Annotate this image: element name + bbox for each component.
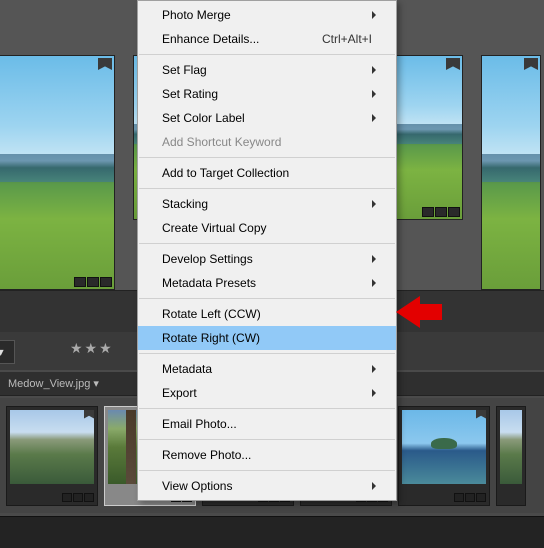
sort-dropdown[interactable]: ne ▾ xyxy=(0,340,15,364)
grid-thumbnail[interactable] xyxy=(481,55,541,290)
callout-arrow-icon xyxy=(396,293,442,331)
filmstrip-thumbnail[interactable] xyxy=(496,406,526,506)
chevron-right-icon xyxy=(372,255,376,263)
menu-set-flag[interactable]: Set Flag xyxy=(138,58,396,82)
tag-icon[interactable] xyxy=(62,493,72,502)
menu-label: Set Rating xyxy=(162,87,218,101)
rating-stars[interactable]: ★★★ xyxy=(70,340,114,357)
tag-icon[interactable] xyxy=(422,207,434,217)
menu-rotate-left[interactable]: Rotate Left (CCW) xyxy=(138,302,396,326)
menu-label: Remove Photo... xyxy=(162,448,251,462)
thumbnail-image xyxy=(0,56,114,289)
thumbnail-badges xyxy=(422,207,460,217)
menu-separator xyxy=(139,439,395,440)
menu-label: Stacking xyxy=(162,197,208,211)
menu-enhance-details[interactable]: Enhance Details... Ctrl+Alt+I xyxy=(138,27,396,51)
menu-label: Photo Merge xyxy=(162,8,231,22)
menu-separator xyxy=(139,157,395,158)
crop-icon[interactable] xyxy=(465,493,475,502)
menu-label: Create Virtual Copy xyxy=(162,221,267,235)
menu-label: Develop Settings xyxy=(162,252,253,266)
crop-icon[interactable] xyxy=(73,493,83,502)
bottom-bar xyxy=(0,516,544,548)
chevron-right-icon xyxy=(372,66,376,74)
tag-icon[interactable] xyxy=(454,493,464,502)
develop-icon[interactable] xyxy=(476,493,486,502)
menu-create-virtual-copy[interactable]: Create Virtual Copy xyxy=(138,216,396,240)
chevron-right-icon xyxy=(372,365,376,373)
menu-develop-settings[interactable]: Develop Settings xyxy=(138,247,396,271)
menu-set-rating[interactable]: Set Rating xyxy=(138,82,396,106)
tag-icon[interactable] xyxy=(74,277,86,287)
filmstrip-thumbnail[interactable] xyxy=(398,406,490,506)
menu-label: Add to Target Collection xyxy=(162,166,289,180)
menu-add-shortcut-keyword: Add Shortcut Keyword xyxy=(138,130,396,154)
menu-label: Enhance Details... xyxy=(162,32,259,46)
chevron-right-icon xyxy=(372,90,376,98)
menu-separator xyxy=(139,298,395,299)
menu-label: Set Flag xyxy=(162,63,207,77)
chevron-right-icon xyxy=(372,200,376,208)
develop-icon[interactable] xyxy=(84,493,94,502)
menu-label: View Options xyxy=(162,479,232,493)
menu-label: Export xyxy=(162,386,197,400)
menu-remove-photo[interactable]: Remove Photo... xyxy=(138,443,396,467)
menu-metadata[interactable]: Metadata xyxy=(138,357,396,381)
menu-separator xyxy=(139,353,395,354)
menu-set-color-label[interactable]: Set Color Label xyxy=(138,106,396,130)
menu-separator xyxy=(139,54,395,55)
menu-separator xyxy=(139,470,395,471)
thumbnail-image xyxy=(402,410,486,484)
filmstrip-thumbnail[interactable] xyxy=(6,406,98,506)
thumbnail-image xyxy=(500,410,522,484)
thumbnail-badges xyxy=(74,277,112,287)
context-menu: Photo Merge Enhance Details... Ctrl+Alt+… xyxy=(137,0,397,501)
menu-label: Metadata Presets xyxy=(162,276,256,290)
chevron-right-icon xyxy=(372,279,376,287)
chevron-right-icon xyxy=(372,11,376,19)
menu-view-options[interactable]: View Options xyxy=(138,474,396,498)
menu-label: Add Shortcut Keyword xyxy=(162,135,281,149)
menu-rotate-right[interactable]: Rotate Right (CW) xyxy=(138,326,396,350)
chevron-right-icon xyxy=(372,114,376,122)
menu-label: Email Photo... xyxy=(162,417,237,431)
menu-email-photo[interactable]: Email Photo... xyxy=(138,412,396,436)
thumbnail-image xyxy=(482,56,540,289)
menu-stacking[interactable]: Stacking xyxy=(138,192,396,216)
menu-label: Rotate Left (CCW) xyxy=(162,307,261,321)
menu-photo-merge[interactable]: Photo Merge xyxy=(138,3,396,27)
menu-separator xyxy=(139,408,395,409)
crop-icon[interactable] xyxy=(435,207,447,217)
menu-separator xyxy=(139,243,395,244)
menu-export[interactable]: Export xyxy=(138,381,396,405)
chevron-right-icon xyxy=(372,482,376,490)
menu-label: Metadata xyxy=(162,362,212,376)
develop-icon[interactable] xyxy=(448,207,460,217)
menu-add-to-target-collection[interactable]: Add to Target Collection xyxy=(138,161,396,185)
thumbnail-image xyxy=(10,410,94,484)
develop-icon[interactable] xyxy=(100,277,112,287)
grid-thumbnail[interactable] xyxy=(0,55,115,290)
menu-label: Set Color Label xyxy=(162,111,245,125)
menu-shortcut: Ctrl+Alt+I xyxy=(322,32,372,46)
menu-separator xyxy=(139,188,395,189)
menu-metadata-presets[interactable]: Metadata Presets xyxy=(138,271,396,295)
menu-label: Rotate Right (CW) xyxy=(162,331,260,345)
crop-icon[interactable] xyxy=(87,277,99,287)
chevron-right-icon xyxy=(372,389,376,397)
